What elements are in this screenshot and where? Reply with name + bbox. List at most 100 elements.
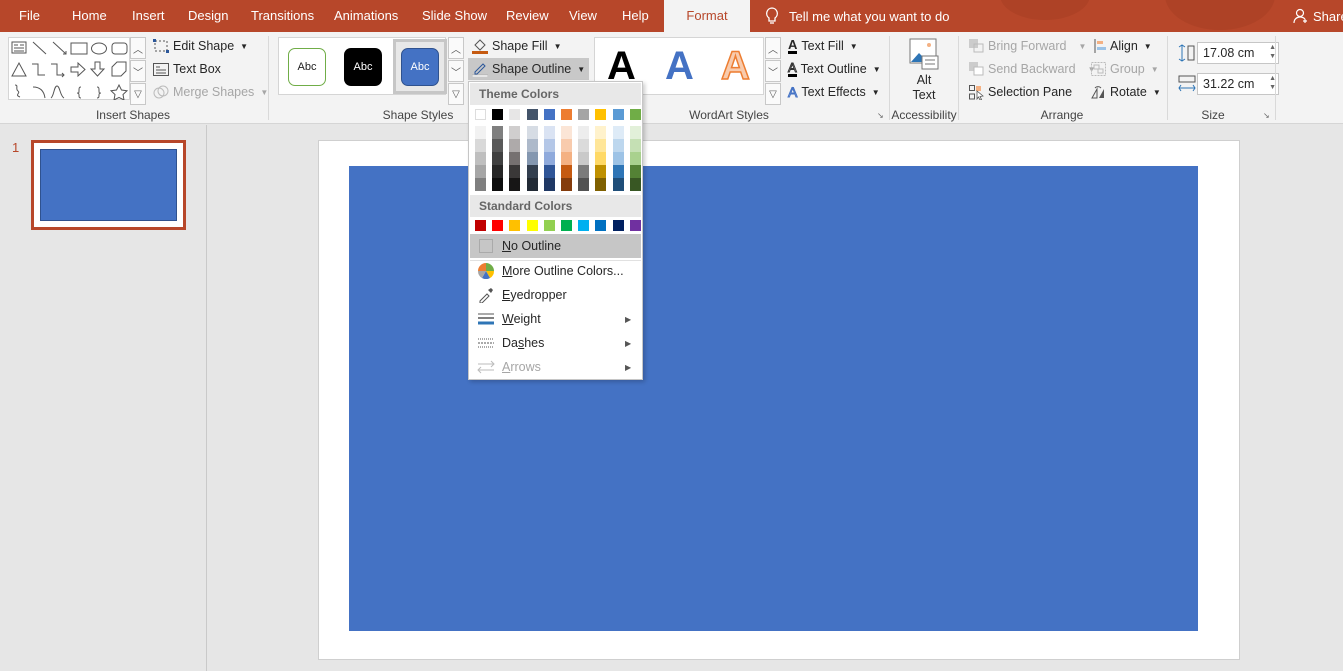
group-button[interactable]: Group ▼ xyxy=(1091,59,1159,79)
rotate-button[interactable]: Rotate ▼ xyxy=(1091,82,1161,102)
theme-shade-swatch[interactable] xyxy=(526,165,538,178)
theme-shade-swatch[interactable] xyxy=(612,152,624,165)
theme-shade-swatch[interactable] xyxy=(509,152,521,165)
theme-shade-swatch[interactable] xyxy=(595,126,607,139)
scroll-up-icon[interactable]: ︿ xyxy=(765,37,781,59)
eyedropper-item[interactable]: Eyedropper xyxy=(470,283,641,307)
slide-thumbnail[interactable] xyxy=(31,140,186,230)
shape-fill-button[interactable]: Shape Fill ▼ xyxy=(472,36,562,56)
theme-color-swatch[interactable] xyxy=(561,109,572,120)
align-button[interactable]: Align ▼ xyxy=(1094,36,1152,56)
theme-shade-swatch[interactable] xyxy=(492,139,504,152)
more-outline-colors-item[interactable]: More Outline Colors... xyxy=(470,259,641,283)
standard-color-swatch[interactable] xyxy=(492,220,504,231)
tab-format[interactable]: Format xyxy=(664,0,750,32)
wordart-scroll[interactable]: ︿ ﹀ ▽ xyxy=(765,37,781,106)
shapes-gallery[interactable] xyxy=(8,37,130,101)
theme-shade-swatch[interactable] xyxy=(595,178,607,191)
shape-outline-button[interactable]: Shape Outline ▼ xyxy=(468,58,590,80)
scroll-up-icon[interactable]: ︿ xyxy=(130,37,146,59)
theme-shade-swatch[interactable] xyxy=(578,152,590,165)
theme-shade-swatch[interactable] xyxy=(475,126,486,139)
theme-color-swatch[interactable] xyxy=(475,109,486,120)
theme-shade-swatch[interactable] xyxy=(475,139,486,152)
alt-text-button[interactable]: Alt Text xyxy=(896,36,952,106)
slide-canvas[interactable] xyxy=(318,140,1240,660)
theme-shade-swatch[interactable] xyxy=(543,139,555,152)
tab-home[interactable]: Home xyxy=(72,0,107,32)
arrows-item[interactable]: Arrows ▶ xyxy=(470,355,641,379)
theme-shade-swatch[interactable] xyxy=(475,165,486,178)
theme-shade-swatch[interactable] xyxy=(595,165,607,178)
theme-color-swatch[interactable] xyxy=(526,109,538,120)
shape-styles-gallery[interactable]: Abc Abc Abc xyxy=(278,37,447,95)
tab-design[interactable]: Design xyxy=(188,0,228,32)
text-effects-button[interactable]: A Text Effects ▼ xyxy=(787,82,879,102)
theme-shade-swatch[interactable] xyxy=(629,152,641,165)
wordart-style-orange[interactable]: A xyxy=(720,43,750,89)
theme-shade-swatch[interactable] xyxy=(612,126,624,139)
standard-color-swatch[interactable] xyxy=(612,220,624,231)
theme-color-swatch[interactable] xyxy=(509,109,521,120)
tab-help[interactable]: Help xyxy=(622,0,649,32)
tab-transitions[interactable]: Transitions xyxy=(251,0,314,32)
tab-slide-show[interactable]: Slide Show xyxy=(422,0,487,32)
shape-styles-scroll[interactable]: ︿ ﹀ ▽ xyxy=(448,37,464,106)
scroll-down-icon[interactable]: ﹀ xyxy=(448,60,464,82)
theme-shade-swatch[interactable] xyxy=(509,126,521,139)
theme-shade-swatch[interactable] xyxy=(578,165,590,178)
theme-shade-swatch[interactable] xyxy=(629,139,641,152)
selection-pane-button[interactable]: Selection Pane xyxy=(969,82,1072,102)
scroll-down-icon[interactable]: ﹀ xyxy=(765,60,781,82)
bring-forward-button[interactable]: Bring Forward ▼ xyxy=(969,36,1086,56)
theme-shade-swatch[interactable] xyxy=(578,126,590,139)
merge-shapes-button[interactable]: Merge Shapes ▼ xyxy=(153,82,268,102)
shape-style-black[interactable]: Abc xyxy=(344,48,382,86)
theme-shade-swatch[interactable] xyxy=(612,139,624,152)
tell-me-search[interactable]: Tell me what you want to do xyxy=(765,0,949,32)
tab-file[interactable]: File xyxy=(19,0,40,32)
expand-gallery-icon[interactable]: ▽ xyxy=(130,83,146,105)
theme-shade-swatch[interactable] xyxy=(492,152,504,165)
standard-color-swatch[interactable] xyxy=(475,220,486,231)
theme-shade-swatch[interactable] xyxy=(578,139,590,152)
text-box-button[interactable]: Text Box xyxy=(153,59,221,79)
theme-shade-swatch[interactable] xyxy=(543,126,555,139)
shape-width-input[interactable]: 31.22 cm ▲ ▼ xyxy=(1197,73,1279,95)
theme-shade-swatch[interactable] xyxy=(629,178,641,191)
theme-color-swatch[interactable] xyxy=(492,109,504,120)
theme-shade-swatch[interactable] xyxy=(629,165,641,178)
theme-shade-swatch[interactable] xyxy=(492,178,504,191)
theme-color-swatch[interactable] xyxy=(595,109,607,120)
theme-shade-swatch[interactable] xyxy=(612,178,624,191)
dashes-item[interactable]: Dashes ▶ xyxy=(470,331,641,355)
scroll-down-icon[interactable]: ﹀ xyxy=(130,60,146,82)
theme-shade-swatch[interactable] xyxy=(526,139,538,152)
scroll-up-icon[interactable]: ︿ xyxy=(448,37,464,59)
wordart-style-blue[interactable]: A xyxy=(665,44,694,89)
theme-shade-swatch[interactable] xyxy=(509,178,521,191)
theme-shade-swatch[interactable] xyxy=(526,178,538,191)
theme-shade-swatch[interactable] xyxy=(475,152,486,165)
share-button[interactable]: Share xyxy=(1293,0,1343,32)
tab-view[interactable]: View xyxy=(569,0,597,32)
no-outline-item[interactable]: No Outline xyxy=(470,234,641,258)
shape-style-blue[interactable]: Abc xyxy=(401,48,439,86)
theme-shade-swatch[interactable] xyxy=(475,178,486,191)
theme-shade-swatch[interactable] xyxy=(509,139,521,152)
theme-shade-swatch[interactable] xyxy=(492,126,504,139)
theme-shade-swatch[interactable] xyxy=(561,178,572,191)
shape-style-outline[interactable]: Abc xyxy=(288,48,326,86)
shape-height-input[interactable]: 17.08 cm ▲ ▼ xyxy=(1197,42,1279,64)
weight-item[interactable]: Weight ▶ xyxy=(470,307,641,331)
theme-shade-swatch[interactable] xyxy=(526,152,538,165)
theme-shade-swatch[interactable] xyxy=(595,152,607,165)
theme-shade-swatch[interactable] xyxy=(578,178,590,191)
theme-shade-swatch[interactable] xyxy=(543,165,555,178)
standard-color-swatch[interactable] xyxy=(578,220,590,231)
standard-color-swatch[interactable] xyxy=(509,220,521,231)
dialog-launcher-icon[interactable]: ↘ xyxy=(1263,111,1270,120)
theme-shade-swatch[interactable] xyxy=(543,152,555,165)
standard-color-swatch[interactable] xyxy=(561,220,572,231)
standard-color-swatch[interactable] xyxy=(526,220,538,231)
